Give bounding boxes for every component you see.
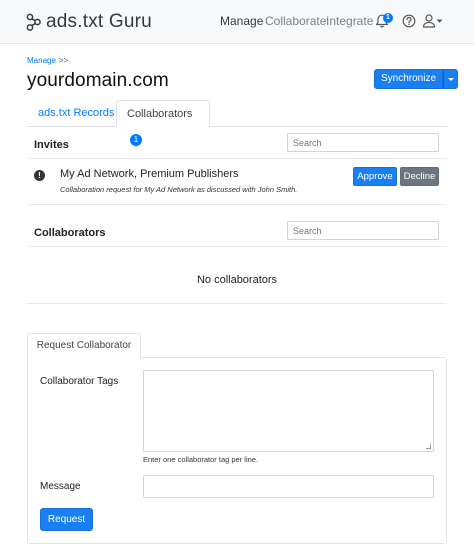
tab-label: ads.txt Records bbox=[38, 107, 115, 119]
collaborator-tags-help: Enter one collaborator tag per line. bbox=[143, 455, 259, 464]
molecule-logo-icon bbox=[26, 13, 41, 31]
divider bbox=[27, 246, 447, 247]
tab-label: Collaborators bbox=[127, 108, 193, 120]
tab-bar: ads.txt Records Collaborators 1 bbox=[27, 100, 447, 146]
collaborator-tags-textarea[interactable] bbox=[143, 370, 434, 452]
breadcrumb: Manage >> bbox=[27, 56, 68, 65]
breadcrumb-separator: >> bbox=[58, 56, 69, 65]
nav-item-manage[interactable]: Manage bbox=[220, 14, 263, 28]
breadcrumb-link-manage[interactable]: Manage bbox=[27, 56, 56, 65]
collaborator-tags-label: Collaborator Tags bbox=[40, 376, 119, 387]
user-icon bbox=[422, 14, 436, 28]
synchronize-button[interactable]: Synchronize bbox=[374, 69, 444, 89]
divider bbox=[27, 204, 447, 205]
notification-badge: 1 bbox=[383, 13, 393, 23]
brand[interactable]: ads.txt Guru bbox=[26, 10, 152, 34]
user-menu[interactable] bbox=[422, 12, 444, 30]
navbar: ads.txt Guru Manage Collaborate Integrat… bbox=[0, 0, 474, 44]
request-button[interactable]: Request bbox=[40, 508, 93, 531]
synchronize-button-group: Synchronize bbox=[374, 69, 459, 89]
resize-handle[interactable] bbox=[426, 444, 431, 449]
divider bbox=[27, 303, 447, 304]
page-title: yourdomain.com bbox=[27, 70, 169, 91]
synchronize-dropdown-toggle[interactable] bbox=[443, 69, 459, 89]
help-icon[interactable] bbox=[400, 12, 418, 30]
nav-item-integrate[interactable]: Integrate bbox=[326, 14, 373, 28]
message-label: Message bbox=[40, 481, 81, 492]
tab-ads-txt-records[interactable]: ads.txt Records bbox=[28, 100, 124, 127]
invites-search-input[interactable] bbox=[287, 133, 439, 152]
invite-name: My Ad Network, Premium Publishers bbox=[60, 168, 239, 180]
brand-name: ads.txt Guru bbox=[46, 11, 152, 32]
collaborators-count-badge: 1 bbox=[130, 134, 142, 146]
invites-heading: Invites bbox=[34, 139, 69, 151]
empty-state-text: No collaborators bbox=[196, 274, 278, 286]
divider bbox=[27, 158, 447, 159]
tab-collaborators[interactable]: Collaborators 1 bbox=[116, 100, 210, 146]
tab-request-collaborator[interactable]: Request Collaborator bbox=[27, 333, 141, 358]
exclamation-icon: ! bbox=[34, 170, 45, 181]
collaborators-search-input[interactable] bbox=[287, 221, 439, 240]
approve-button[interactable]: Approve bbox=[353, 167, 397, 186]
collaborators-heading: Collaborators bbox=[34, 227, 106, 239]
decline-button[interactable]: Decline bbox=[400, 167, 439, 186]
chevron-down-icon bbox=[436, 19, 443, 23]
message-input[interactable] bbox=[143, 475, 434, 498]
invite-description: Collaboration request for My Ad Network … bbox=[60, 185, 298, 194]
nav-item-collaborate[interactable]: Collaborate bbox=[265, 14, 326, 28]
